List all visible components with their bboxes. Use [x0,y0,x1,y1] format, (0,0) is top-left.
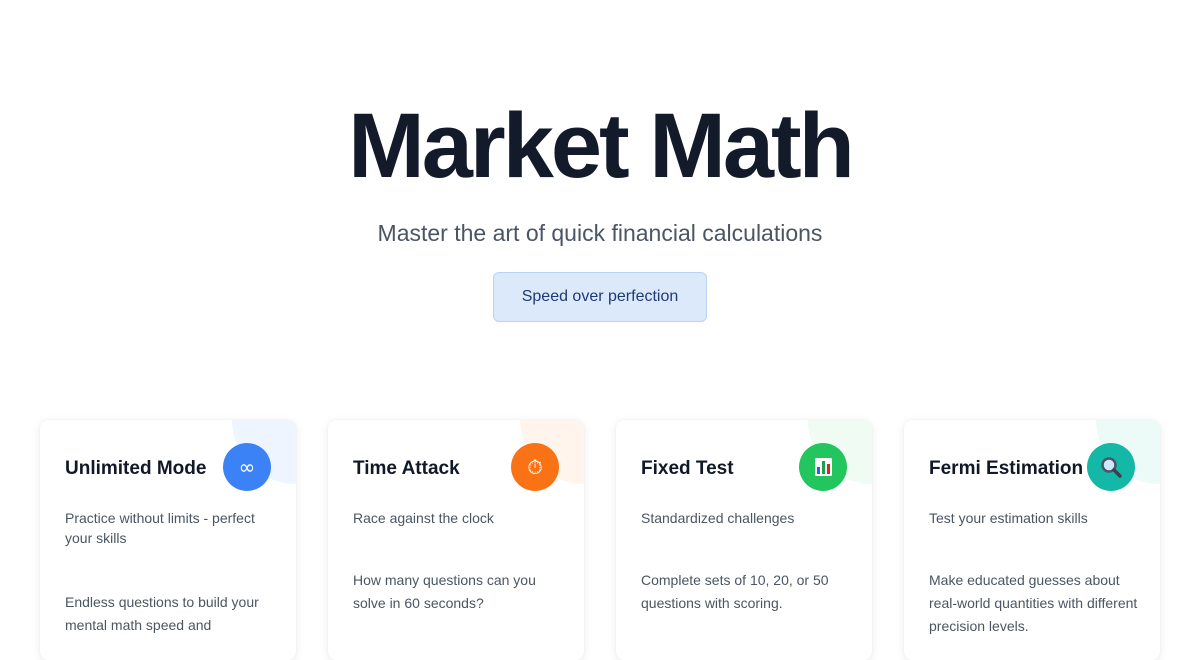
mode-detail: Complete sets of 10, 20, or 50 questions… [641,572,829,611]
mode-description: Race against the clock [353,510,494,526]
tagline-badge[interactable]: Speed over perfection [493,272,707,322]
page-subtitle: Master the art of quick financial calcul… [377,220,823,246]
mode-detail: Make educated guesses about real-world q… [929,572,1138,634]
page-title: Market Math [348,95,855,197]
stopwatch-icon: ⏱ [511,443,559,491]
infinity-icon: ∞ [223,443,271,491]
mode-card-time-attack[interactable]: Time Attack ⏱ Race against the clock How… [328,420,584,660]
bar-chart-icon [799,443,847,491]
mode-title: Unlimited Mode [65,458,207,479]
mode-title: Fermi Estimation [929,458,1084,479]
mode-card-unlimited[interactable]: Unlimited Mode ∞ Practice without limits… [40,420,296,660]
bar-chart-glyph [815,458,832,476]
mode-card-fermi-estimation[interactable]: Fermi Estimation Test your estimation sk… [904,420,1160,660]
mode-detail: How many questions can you solve in 60 s… [353,572,536,611]
mode-detail: Endless questions to build your mental m… [65,594,259,633]
mode-description: Practice without limits - perfect your s… [65,510,255,546]
mode-description: Test your estimation skills [929,510,1088,526]
mode-title: Time Attack [353,458,460,479]
mode-card-fixed-test[interactable]: Fixed Test Standardized challenges Compl… [616,420,872,660]
magnifier-glyph [1101,457,1122,478]
mode-title: Fixed Test [641,458,734,479]
mode-description: Standardized challenges [641,510,795,526]
magnifier-icon [1087,443,1135,491]
